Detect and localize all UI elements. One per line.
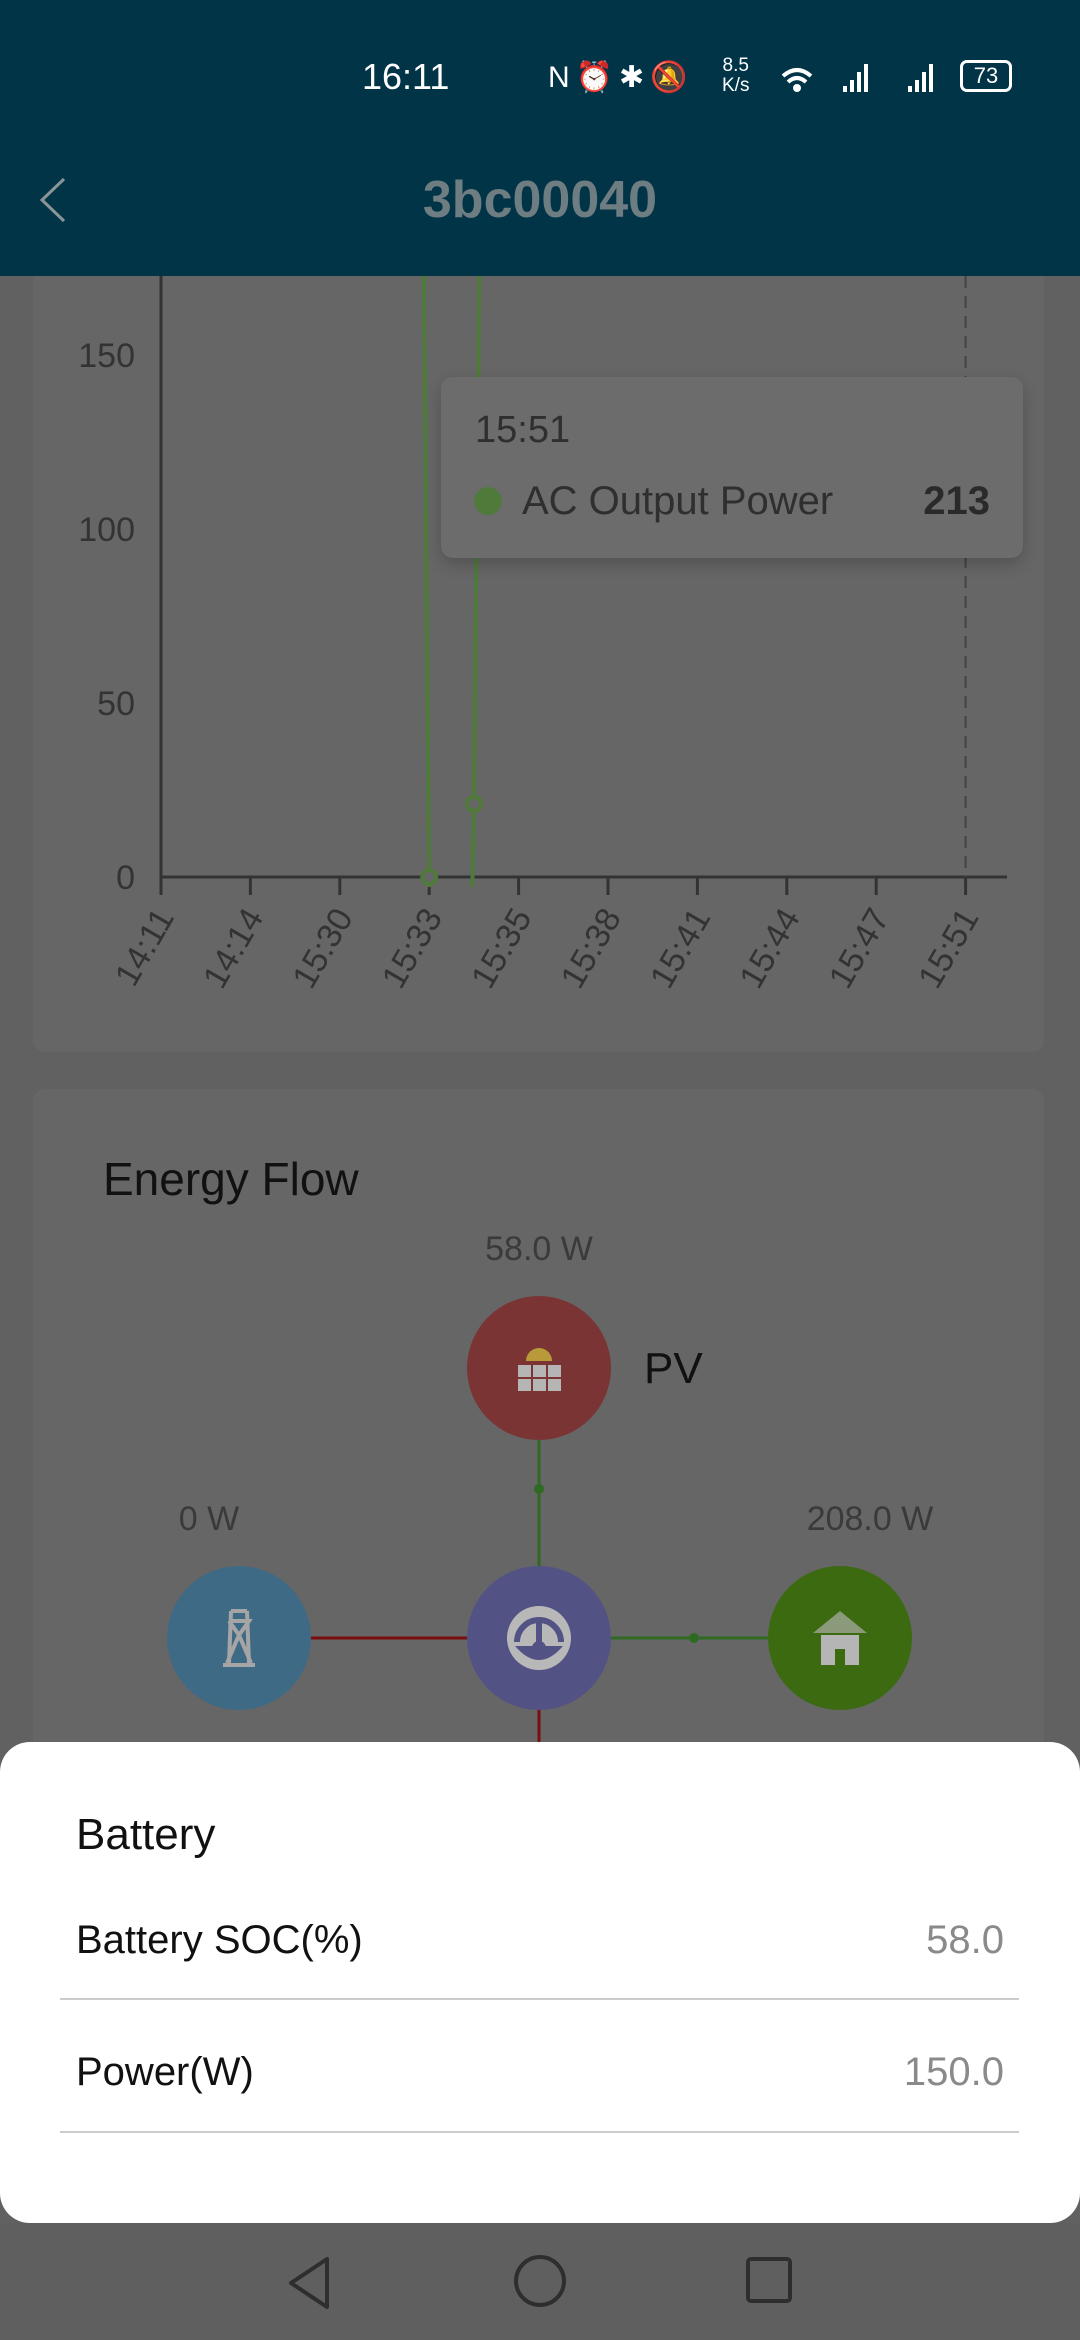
x-tick-label: 14:11 [108, 902, 182, 993]
grid-node[interactable] [167, 1566, 311, 1710]
pv-power: 58.0 W [485, 1230, 593, 1268]
battery-soc-value: 58.0 [926, 1918, 1004, 1962]
house-icon [813, 1611, 867, 1665]
energy-flow-title: Energy Flow [103, 1153, 359, 1205]
x-tick-label: 15:38 [553, 902, 628, 995]
data-point [464, 794, 483, 813]
gauge-icon [507, 1606, 571, 1670]
solar-panel-icon [518, 1348, 561, 1391]
y-tick-label: 50 [97, 685, 135, 723]
home-power: 208.0 W [806, 1500, 934, 1538]
sheet-title: Battery [76, 1810, 216, 1859]
tooltip-value: 213 [923, 479, 990, 523]
divider [60, 2131, 1019, 2133]
x-tick-label: 15:51 [911, 902, 986, 995]
tooltip-series: AC Output Power [522, 479, 834, 523]
x-tick-label: 14:14 [196, 902, 271, 995]
pv-label: PV [644, 1344, 703, 1393]
net-speed-value: 8.5 [722, 55, 749, 76]
battery-icon: 73 [960, 60, 1012, 92]
divider [60, 1998, 1019, 2000]
x-tick-label: 15:47 [822, 902, 897, 995]
series-marker-icon [474, 487, 502, 515]
home-node[interactable] [768, 1566, 912, 1710]
x-tick-label: 15:41 [643, 902, 718, 995]
battery-bottom-sheet: Battery Battery SOC(%) 58.0 Power(W) 150… [0, 1742, 1080, 2223]
x-tick-label: 15:44 [732, 902, 807, 995]
power-tower-icon [223, 1609, 255, 1667]
y-tick-label: 150 [78, 337, 135, 375]
pv-node[interactable] [467, 1296, 611, 1440]
status-time: 16:11 [362, 56, 450, 97]
power-label: Power(W) [76, 2050, 254, 2094]
y-tick-label: 100 [78, 511, 135, 549]
power-value: 150.0 [903, 2050, 1004, 2094]
net-speed-unit: K/s [722, 75, 750, 96]
chart-tooltip: 15:51 AC Output Power 213 [441, 377, 1023, 558]
home-circle-icon[interactable] [512, 2253, 568, 2309]
data-point [420, 868, 439, 886]
battery-level: 73 [973, 63, 999, 88]
x-tick-label: 15:35 [464, 902, 539, 995]
y-tick-label: 0 [116, 859, 135, 897]
status-icons: N⏰✱🔕 [548, 61, 694, 94]
app-header: 16:11 N⏰✱🔕 8.5 K/s 73 3bc00040 [0, 0, 1080, 276]
net-speed: 8.5 K/s [722, 56, 749, 96]
grid-power: 0 W [178, 1500, 240, 1538]
x-tick-label: 15:33 [375, 902, 450, 995]
tooltip-time: 15:51 [475, 409, 571, 451]
inverter-node[interactable] [467, 1566, 611, 1710]
x-tick-label: 15:30 [285, 902, 360, 995]
recents-square-icon[interactable] [744, 2255, 794, 2305]
navigation-bar [0, 2223, 1080, 2340]
battery-soc-label: Battery SOC(%) [76, 1918, 363, 1962]
page-title: 3bc00040 [422, 171, 658, 229]
back-triangle-icon[interactable] [285, 2255, 335, 2311]
